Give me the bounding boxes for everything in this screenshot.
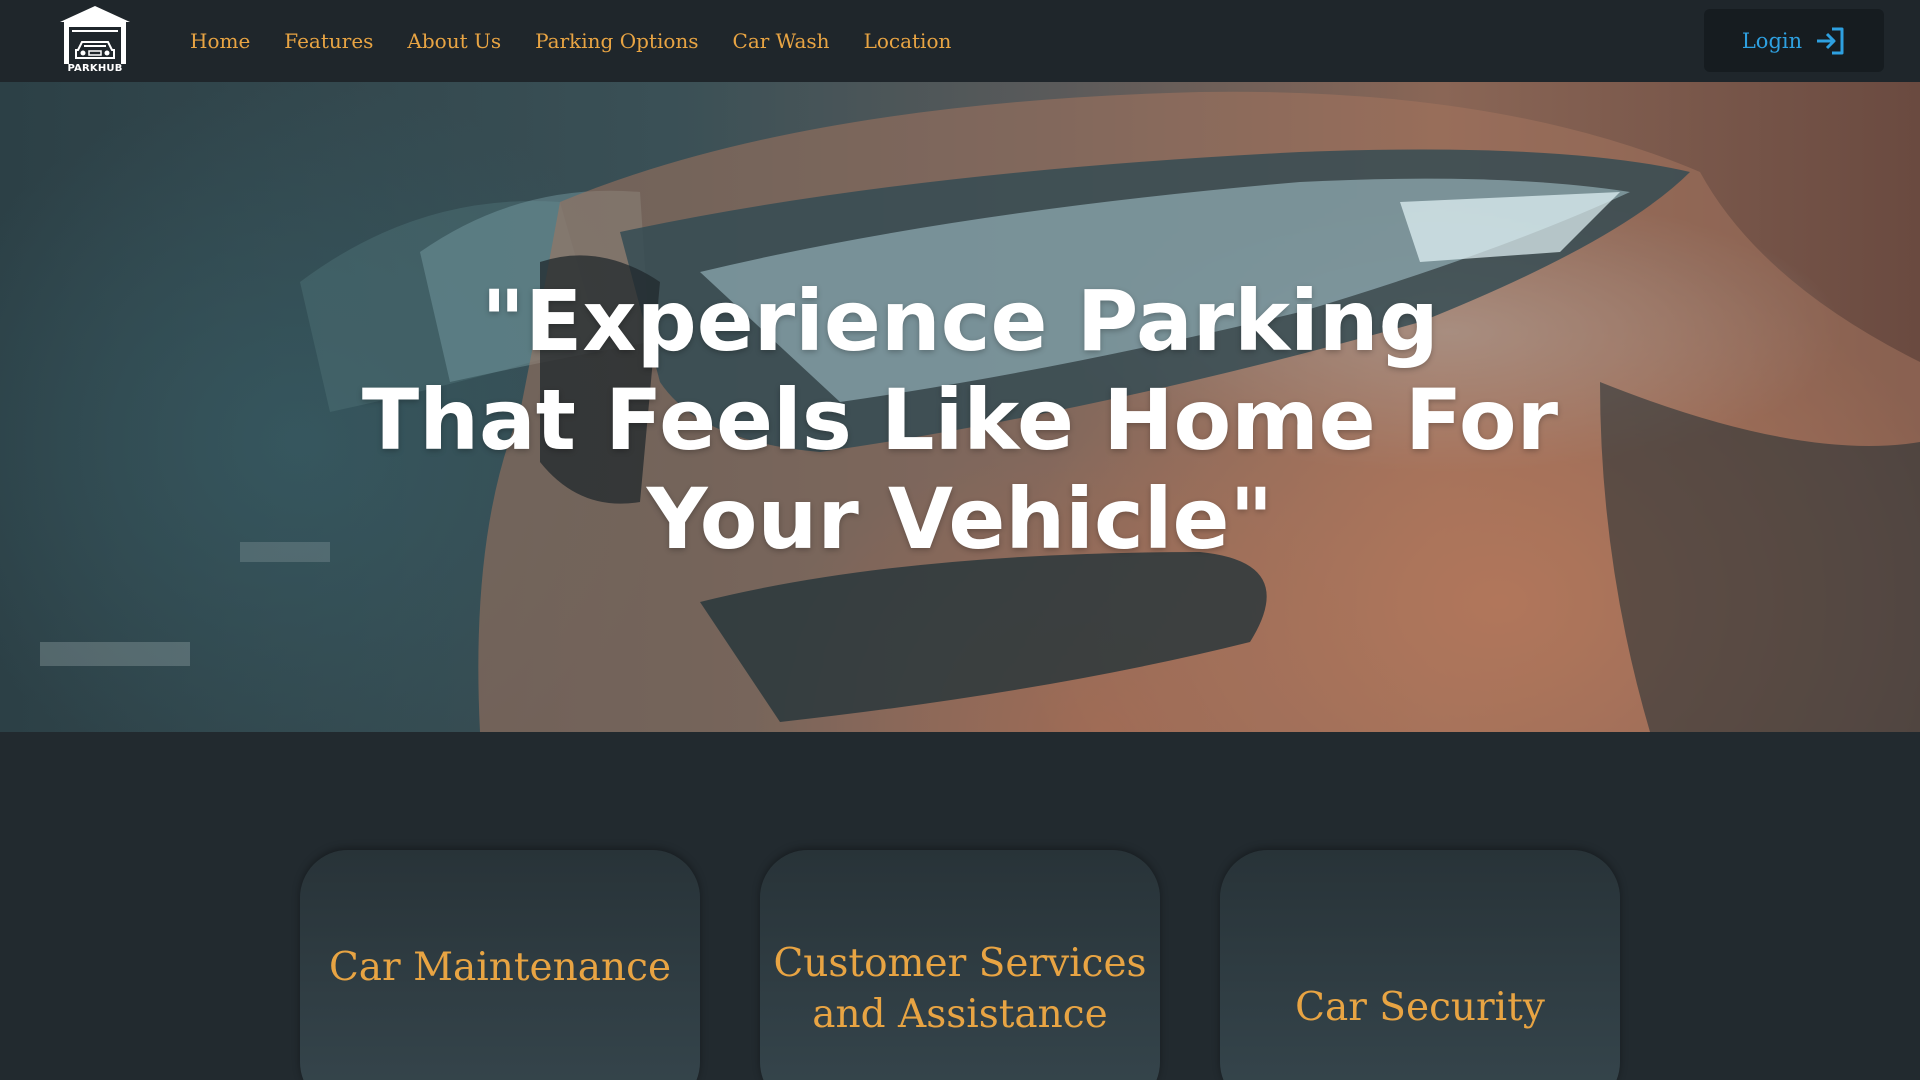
card-title: Car Maintenance bbox=[328, 945, 672, 990]
logo-text: PARKHUB bbox=[67, 63, 123, 74]
parkhub-logo[interactable]: PARKHUB bbox=[58, 4, 132, 76]
card-car-security[interactable]: Car Security bbox=[1220, 850, 1620, 1080]
card-title: Customer Services and Assistance bbox=[773, 941, 1147, 1037]
nav-link-about-us[interactable]: About Us bbox=[407, 29, 501, 53]
nav-links: Home Features About Us Parking Options C… bbox=[190, 0, 985, 82]
hero-section: "Experience Parking That Feels Like Home… bbox=[0, 82, 1920, 732]
navbar: PARKHUB Home Features About Us Parking O… bbox=[0, 0, 1920, 82]
nav-link-parking-options[interactable]: Parking Options bbox=[535, 29, 698, 53]
login-label: Login bbox=[1741, 28, 1803, 53]
card-title: Car Security bbox=[1295, 985, 1545, 1030]
card-car-maintenance[interactable]: Car Maintenance bbox=[300, 850, 700, 1080]
card-customer-services[interactable]: Customer Services and Assistance bbox=[760, 850, 1160, 1080]
nav-link-home[interactable]: Home bbox=[190, 29, 250, 53]
login-button[interactable]: Login bbox=[1704, 9, 1884, 72]
hero-quote: "Experience Parking That Feels Like Home… bbox=[361, 272, 1559, 568]
nav-link-car-wash[interactable]: Car Wash bbox=[733, 29, 830, 53]
nav-link-features[interactable]: Features bbox=[284, 29, 373, 53]
garage-car-icon bbox=[60, 6, 130, 64]
nav-link-location[interactable]: Location bbox=[864, 29, 952, 53]
login-icon bbox=[1814, 26, 1846, 56]
